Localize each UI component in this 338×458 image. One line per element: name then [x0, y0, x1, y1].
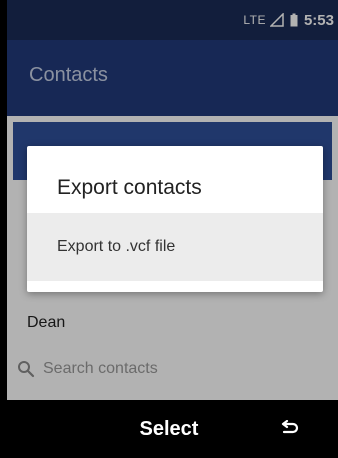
export-vcf-option[interactable]: Export to .vcf file	[27, 213, 323, 281]
back-icon[interactable]	[280, 420, 300, 438]
softkey-bar: Select	[0, 400, 338, 458]
dialog-title: Export contacts	[57, 176, 202, 199]
contacts-screen: LTE 5:53 Contacts Dean Search contacts E…	[7, 0, 338, 458]
export-dialog: Export contacts Export to .vcf file	[27, 146, 323, 292]
